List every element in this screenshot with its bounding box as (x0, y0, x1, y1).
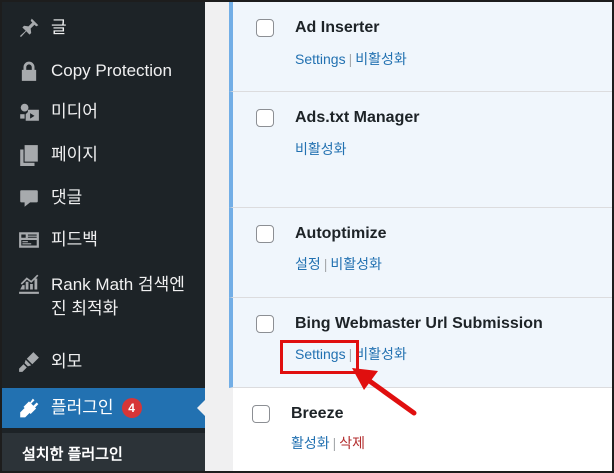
sidebar-item-appearance[interactable]: 외모 (2, 344, 205, 380)
plugin-name: Ads.txt Manager (295, 109, 420, 126)
delete-link[interactable]: 삭제 (339, 435, 365, 451)
sidebar-item-label: 피드백 (51, 229, 98, 249)
plugin-actions: 설정 | 비활성화 (295, 254, 382, 274)
plugin-icon (18, 397, 40, 419)
sidebar-item-label: 플러그인 4 (51, 398, 142, 419)
sidebar-item-label: 외모 (51, 351, 83, 371)
plugin-row-autoptimize: Autoptimize 설정 | 비활성화 (229, 208, 612, 298)
update-count-badge: 4 (121, 398, 142, 419)
plugin-select-checkbox[interactable] (252, 405, 270, 423)
plugin-select-checkbox[interactable] (256, 19, 274, 37)
sidebar-item-feedback[interactable]: 피드백 (2, 222, 205, 258)
plugins-submenu: 설치한 플러그인 (2, 433, 205, 471)
admin-sidebar: 글 Copy Protection 미디어 페이지 댓글 피드백 Rank Ma… (2, 2, 206, 471)
sidebar-item-posts[interactable]: 글 (2, 10, 205, 46)
plugin-select-checkbox[interactable] (256, 225, 274, 243)
plugin-actions: Settings | 비활성화 (295, 49, 407, 69)
sidebar-item-media[interactable]: 미디어 (2, 94, 205, 130)
chart-icon (18, 273, 40, 295)
sidebar-item-label: 페이지 (51, 144, 98, 164)
plugin-row-ad-inserter: Ad Inserter Settings | 비활성화 (229, 2, 612, 92)
plugin-name: Breeze (291, 405, 344, 422)
action-separator: | (348, 346, 353, 362)
deactivate-link[interactable]: 비활성화 (355, 51, 407, 67)
sidebar-item-label-line: Rank Math 검색엔 (51, 275, 185, 294)
plugin-actions: 비활성화 (295, 139, 347, 159)
plugin-name: Autoptimize (295, 225, 387, 242)
deactivate-link[interactable]: 비활성화 (295, 141, 347, 157)
sidebar-item-label: 댓글 (51, 187, 83, 207)
sidebar-item-copy-protection[interactable]: Copy Protection (2, 53, 205, 89)
sidebar-item-label: 글 (51, 17, 67, 37)
settings-link[interactable]: 설정 (295, 256, 321, 272)
sidebar-item-label-line: 진 최적화 (51, 299, 119, 318)
plugin-name: Bing Webmaster Url Submission (295, 315, 543, 332)
brush-icon (18, 351, 40, 373)
settings-link[interactable]: Settings (295, 346, 346, 362)
pin-icon (18, 17, 40, 39)
media-icon (18, 101, 40, 123)
plugins-label-text: 플러그인 (51, 397, 114, 417)
deactivate-link[interactable]: 비활성화 (330, 256, 382, 272)
sidebar-item-plugins[interactable]: 플러그인 4 (2, 388, 206, 428)
plugins-content: Ad Inserter Settings | 비활성화 Ads.txt Manage… (205, 2, 612, 471)
plugin-actions: 활성화 | 삭제 (291, 433, 365, 453)
activate-link[interactable]: 활성화 (291, 435, 330, 451)
plugin-name: Ad Inserter (295, 19, 380, 36)
settings-link[interactable]: Settings (295, 51, 346, 67)
lock-icon (18, 60, 40, 82)
feedback-icon (18, 229, 40, 251)
sidebar-item-label: Rank Math 검색엔 진 최적화 (51, 273, 185, 321)
sidebar-item-pages[interactable]: 페이지 (2, 137, 205, 173)
sidebar-item-label: 미디어 (51, 101, 98, 121)
sidebar-item-label: Copy Protection (51, 60, 172, 80)
plugin-row-breeze: Breeze 활성화 | 삭제 (233, 388, 612, 471)
comment-icon (18, 187, 40, 209)
plugin-row-ads-txt-manager: Ads.txt Manager 비활성화 (229, 92, 612, 208)
action-separator: | (323, 256, 328, 272)
action-separator: | (348, 51, 353, 67)
sidebar-item-comments[interactable]: 댓글 (2, 180, 205, 216)
plugin-row-bing-webmaster: Bing Webmaster Url Submission Settings | 비… (229, 298, 612, 388)
plugin-actions: Settings | 비활성화 (295, 344, 407, 364)
screenshot-frame: 글 Copy Protection 미디어 페이지 댓글 피드백 Rank Ma… (0, 0, 614, 473)
action-separator: | (332, 435, 337, 451)
submenu-item-installed-plugins[interactable]: 설치한 플러그인 (22, 443, 123, 464)
plugin-select-checkbox[interactable] (256, 109, 274, 127)
plugins-table: Ad Inserter Settings | 비활성화 Ads.txt Manage… (229, 2, 612, 471)
sidebar-item-rank-math[interactable]: Rank Math 검색엔 진 최적화 (2, 266, 205, 326)
deactivate-link[interactable]: 비활성화 (355, 346, 407, 362)
page-icon (18, 144, 40, 166)
plugin-select-checkbox[interactable] (256, 315, 274, 333)
